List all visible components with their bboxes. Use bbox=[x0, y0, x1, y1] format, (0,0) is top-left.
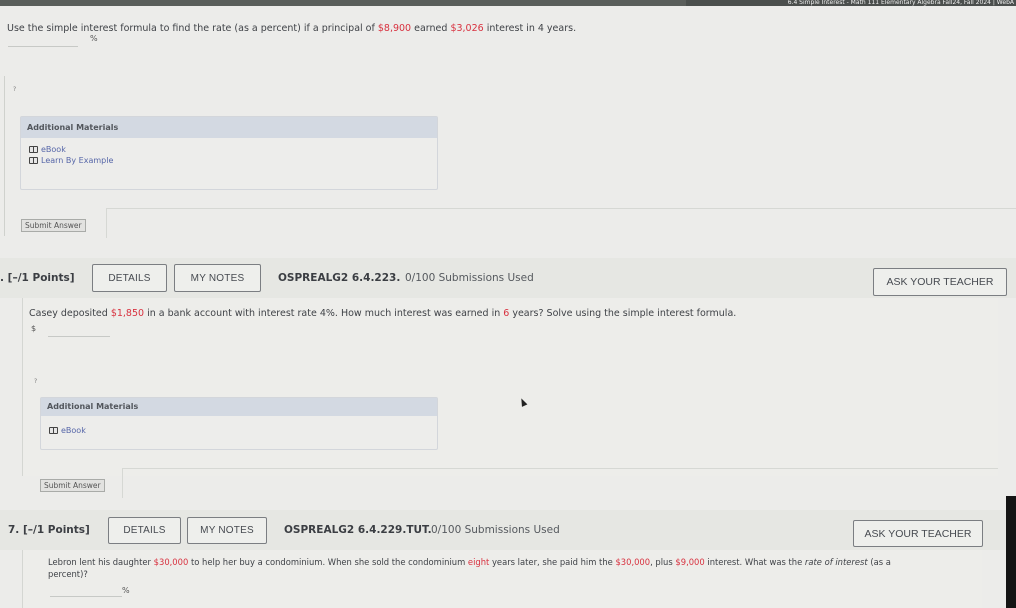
prompt-fragment: earned bbox=[411, 23, 451, 34]
q6-additional-materials: Additional Materials eBook bbox=[40, 397, 438, 450]
q7-answer-input[interactable] bbox=[50, 596, 122, 597]
q6-ebook-label: eBook bbox=[61, 426, 86, 435]
q6-header: . [–/1 Points] DETAILS MY NOTES OSPREALG… bbox=[0, 258, 1016, 298]
q7-points: 7. [–/1 Points] bbox=[8, 524, 90, 536]
q6-number: . bbox=[0, 272, 4, 284]
assignment-page: Use the simple interest formula to find … bbox=[0, 6, 1016, 608]
q6-submit-area-border bbox=[122, 468, 998, 498]
q5-panel-rule bbox=[4, 76, 5, 236]
q7-header: 7. [–/1 Points] DETAILS MY NOTES OSPREAL… bbox=[0, 510, 1016, 550]
q6-my-notes-button[interactable]: MY NOTES bbox=[174, 264, 261, 292]
q7-prompt-line2: percent)? bbox=[48, 569, 88, 579]
q7-number: 7. bbox=[8, 524, 20, 536]
q5-learn-label: Learn By Example bbox=[41, 156, 114, 165]
q6-points-label: [–/1 Points] bbox=[7, 272, 75, 284]
highlighted-value: $30,000 bbox=[153, 557, 189, 567]
prompt-fragment: interest. What was the bbox=[704, 557, 805, 567]
q6-help-marker: ? bbox=[34, 378, 38, 385]
q5-ebook-link[interactable]: eBook bbox=[29, 144, 437, 155]
q5-prompt: Use the simple interest formula to find … bbox=[7, 23, 576, 34]
highlighted-value: eight bbox=[467, 557, 490, 567]
prompt-fragment: in a bank account with interest rate 4%.… bbox=[144, 308, 504, 319]
prompt-fragment: (as a bbox=[867, 557, 891, 567]
screen-bezel-edge bbox=[1006, 496, 1016, 608]
q6-prompt-text: Casey deposited $1,850 in a bank account… bbox=[29, 308, 736, 319]
prompt-fragment: years? Solve using the simple interest f… bbox=[509, 308, 737, 319]
q6-ebook-link[interactable]: eBook bbox=[49, 425, 437, 436]
q7-points-label: [–/1 Points] bbox=[22, 524, 90, 536]
q6-answer-input[interactable] bbox=[48, 336, 110, 337]
book-icon bbox=[29, 146, 38, 153]
q5-submit-area-border bbox=[106, 208, 1016, 238]
highlighted-value: $8,900 bbox=[377, 23, 412, 34]
q6-submissions: 0/100 Submissions Used bbox=[405, 272, 534, 284]
q5-answer-input[interactable] bbox=[8, 46, 78, 47]
q5-percent-unit: % bbox=[90, 34, 98, 43]
q5-submit-answer-button[interactable]: Submit Answer bbox=[21, 219, 86, 232]
q6-dollar-prefix: $ bbox=[31, 324, 37, 333]
highlighted-value: $3,026 bbox=[450, 23, 484, 34]
book-icon bbox=[29, 157, 38, 164]
q5-help-marker: ? bbox=[13, 86, 17, 93]
q7-percent-unit: % bbox=[122, 586, 130, 595]
prompt-fragment: , plus bbox=[650, 557, 676, 567]
prompt-fragment: Lebron lent his daughter bbox=[48, 557, 154, 567]
highlighted-value: $30,000 bbox=[615, 557, 651, 567]
q7-details-button[interactable]: DETAILS bbox=[108, 517, 181, 544]
prompt-fragment: years later, she paid him the bbox=[489, 557, 616, 567]
q5-learn-by-example-link[interactable]: Learn By Example bbox=[29, 155, 437, 166]
q6-points: . [–/1 Points] bbox=[0, 272, 75, 284]
prompt-fragment: rate of interest bbox=[804, 557, 868, 567]
prompt-fragment: interest in 4 years. bbox=[483, 23, 577, 34]
q7-prompt-text: Lebron lent his daughter $30,000 to help… bbox=[48, 557, 891, 567]
q5-prompt-text: Use the simple interest formula to find … bbox=[7, 23, 576, 34]
book-icon bbox=[49, 427, 58, 434]
q7-submissions: 0/100 Submissions Used bbox=[431, 524, 560, 536]
q7-problem-id: OSPREALG2 6.4.229.TUT. bbox=[284, 524, 432, 536]
q5-ebook-label: eBook bbox=[41, 145, 66, 154]
prompt-fragment: Use the simple interest formula to find … bbox=[7, 23, 378, 34]
q6-submit-answer-button[interactable]: Submit Answer bbox=[40, 479, 105, 492]
prompt-fragment: Casey deposited bbox=[29, 308, 111, 319]
q6-problem-id: OSPREALG2 6.4.223. bbox=[278, 272, 401, 284]
highlighted-value: $1,850 bbox=[110, 308, 145, 319]
q7-ask-your-teacher-button[interactable]: ASK YOUR TEACHER bbox=[853, 520, 983, 547]
highlighted-value: $9,000 bbox=[675, 557, 705, 567]
q6-materials-title: Additional Materials bbox=[41, 398, 437, 416]
q5-additional-materials: Additional Materials eBook Learn By Exam… bbox=[20, 116, 438, 190]
q6-details-button[interactable]: DETAILS bbox=[92, 264, 167, 292]
q5-materials-title: Additional Materials bbox=[21, 117, 437, 138]
q7-my-notes-button[interactable]: MY NOTES bbox=[187, 517, 267, 544]
q6-ask-your-teacher-button[interactable]: ASK YOUR TEACHER bbox=[873, 268, 1007, 296]
q6-prompt: Casey deposited $1,850 in a bank account… bbox=[29, 308, 736, 319]
q7-prompt: Lebron lent his daughter $30,000 to help… bbox=[48, 557, 891, 567]
prompt-fragment: to help her buy a condominium. When she … bbox=[188, 557, 468, 567]
